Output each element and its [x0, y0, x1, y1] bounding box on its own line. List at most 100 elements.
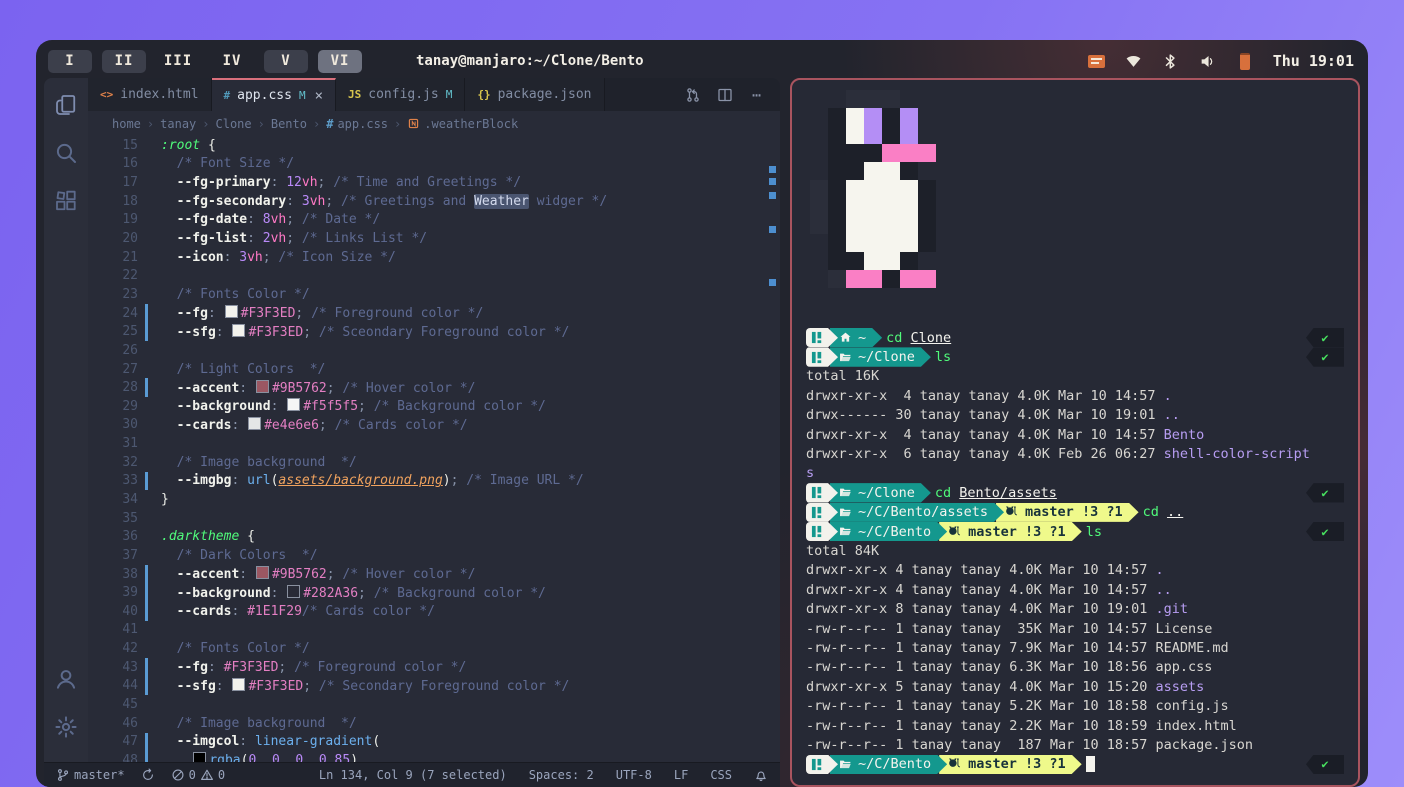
notifications-bell[interactable]: [754, 768, 768, 782]
branch-label: master*: [74, 768, 125, 782]
activity-settings-icon[interactable]: [53, 714, 79, 740]
gutter: [145, 490, 148, 509]
compare-icon[interactable]: [684, 86, 702, 104]
breadcrumb-item-Bento[interactable]: Bento: [271, 117, 307, 131]
terminal-output: ~cd Clone✔~/Clonels✔total 16Kdrwxr-xr-x …: [806, 328, 1344, 774]
activity-extensions-icon[interactable]: [53, 188, 79, 214]
gutter-change-indicator: [145, 602, 148, 621]
more-actions-icon[interactable]: ⋯: [748, 86, 766, 104]
terminal-output-line: -rw-r--r-- 1 tanay tanay 2.2K Mar 10 18:…: [806, 716, 1344, 735]
indentation-setting[interactable]: Spaces: 2: [529, 768, 594, 782]
eol-setting[interactable]: LF: [674, 768, 688, 782]
warnings-count: 0: [218, 768, 225, 782]
code-line-47: 47 --imgcol: linear-gradient(: [88, 733, 780, 752]
clock: Thu 19:01: [1273, 52, 1354, 70]
code-line-42: 42 /* Fonts Color */: [88, 639, 780, 658]
breadcrumb-item-home[interactable]: home: [112, 117, 141, 131]
terminal-window[interactable]: ~cd Clone✔~/Clonels✔total 16Kdrwxr-xr-x …: [790, 78, 1360, 787]
terminal-prompt-line: ~/Clonecd Bento/assets✔: [806, 483, 1344, 502]
color-swatch[interactable]: [232, 678, 245, 691]
directory-name: .: [1164, 388, 1172, 404]
code-line-25: 25 --sfg: #F3F3ED; /* Sceondary Foregrou…: [88, 322, 780, 341]
gutter-change-indicator: [145, 304, 148, 323]
color-swatch[interactable]: [287, 398, 300, 411]
code-line-21: 21 --icon: 3vh; /* Icon Size */: [88, 248, 780, 267]
focused-window-title: tanay@manjaro:~/Clone/Bento: [416, 53, 644, 69]
overview-ruler[interactable]: [766, 136, 780, 762]
gutter-change-indicator: [145, 677, 148, 696]
sync-button[interactable]: [141, 768, 155, 782]
terminal-output-line: -rw-r--r-- 1 tanay tanay 7.9K Mar 10 14:…: [806, 638, 1344, 657]
code-line-43: 43 --fg: #F3F3ED; /* Foreground color */: [88, 658, 780, 677]
code-line-48: 48 rgba(0, 0, 0, 0.85),: [88, 751, 780, 762]
typed-command: ls: [1086, 524, 1102, 540]
bell-icon: [754, 768, 768, 782]
workspace-iii[interactable]: III: [156, 50, 200, 73]
terminal-output-line: drwxr-xr-x 4 tanay tanay 4.0K Mar 10 14:…: [806, 425, 1344, 444]
tab-package.json[interactable]: {}package.json: [465, 78, 604, 111]
activity-search-icon[interactable]: [53, 140, 79, 166]
language-mode[interactable]: CSS: [710, 768, 732, 782]
code-line-20: 20 --fg-list: 2vh; /* Links List */: [88, 229, 780, 248]
wifi-icon[interactable]: [1124, 52, 1144, 70]
close-tab-icon[interactable]: ×: [315, 88, 323, 104]
breadcrumb-item-Clone[interactable]: Clone: [216, 117, 252, 131]
encoding-setting[interactable]: UTF-8: [616, 768, 652, 782]
code-line-22: 22: [88, 266, 780, 285]
code-line-26: 26: [88, 341, 780, 360]
code-line-30: 30 --cards: #e4e6e6; /* Cards color */: [88, 416, 780, 435]
tab-app.css[interactable]: #app.cssM×: [212, 78, 336, 111]
gutter: [145, 714, 148, 733]
color-swatch[interactable]: [193, 752, 206, 762]
activity-files-icon[interactable]: [53, 92, 79, 118]
notes-icon[interactable]: [1087, 52, 1107, 70]
terminal-output-line: s: [806, 464, 1344, 483]
workspace-ii[interactable]: II: [102, 50, 146, 73]
terminal-output-line: drwxr-xr-x 4 tanay tanay 4.0K Mar 10 14:…: [806, 561, 1344, 580]
workspace-vi[interactable]: VI: [318, 50, 362, 73]
breadcrumb-item-tanay[interactable]: tanay: [160, 117, 196, 131]
terminal-output-line: drwxr-xr-x 4 tanay tanay 4.0K Mar 10 14:…: [806, 580, 1344, 599]
color-swatch[interactable]: [225, 305, 238, 318]
volume-icon[interactable]: [1198, 52, 1218, 70]
color-swatch[interactable]: [256, 566, 269, 579]
color-swatch[interactable]: [248, 417, 261, 430]
directory-name: shell-color-script: [1164, 446, 1310, 462]
git-status-segment: master !3 ?1: [939, 755, 1082, 774]
code-editor[interactable]: 15:root {16 /* Font Size */17 --fg-prima…: [88, 136, 780, 762]
directory-name: ..: [1156, 582, 1172, 598]
ruler-change-mark: [769, 192, 776, 199]
problems-indicator[interactable]: 0 0: [171, 768, 225, 782]
workspace-switcher: IIIIIIIVVVI: [48, 50, 372, 73]
tab-config.js[interactable]: JSconfig.jsM: [336, 78, 465, 111]
bluetooth-icon[interactable]: [1161, 52, 1181, 70]
code-line-41: 41: [88, 621, 780, 640]
tab-index.html[interactable]: <>index.html: [88, 78, 212, 111]
code-line-44: 44 --sfg: #F3F3ED; /* Secondary Foregrou…: [88, 677, 780, 696]
directory-name: .: [1156, 562, 1164, 578]
breadcrumb-item--weatherBlock[interactable]: .weatherBlock: [407, 117, 518, 131]
terminal-output-line: -rw-r--r-- 1 tanay tanay 35K Mar 10 14:5…: [806, 619, 1344, 638]
git-branch-indicator[interactable]: master*: [56, 768, 125, 782]
git-status-segment: master !3 ?1: [939, 522, 1082, 541]
breadcrumb-item-app-css[interactable]: #app.css: [326, 117, 388, 131]
activity-account-icon[interactable]: [53, 666, 79, 692]
split-editor-icon[interactable]: [716, 86, 734, 104]
cwd-segment: ~/C/Bento: [830, 755, 947, 774]
js-file-icon: JS: [348, 88, 361, 101]
typed-command: cd: [886, 330, 910, 346]
color-swatch[interactable]: [232, 324, 245, 337]
typed-command: cd: [1143, 504, 1167, 520]
code-line-37: 37 /* Dark Colors */: [88, 546, 780, 565]
workspace-iv[interactable]: IV: [210, 50, 254, 73]
color-swatch[interactable]: [256, 380, 269, 393]
color-swatch[interactable]: [287, 585, 300, 598]
folder-icon: [839, 351, 852, 364]
workspace-i[interactable]: I: [48, 50, 92, 73]
cursor-position[interactable]: Ln 134, Col 9 (7 selected): [319, 768, 507, 782]
command-argument: Bento/assets: [959, 485, 1057, 501]
gutter: [145, 434, 148, 453]
battery-icon[interactable]: [1235, 52, 1255, 70]
code-line-32: 32 /* Image background */: [88, 453, 780, 472]
workspace-v[interactable]: V: [264, 50, 308, 73]
